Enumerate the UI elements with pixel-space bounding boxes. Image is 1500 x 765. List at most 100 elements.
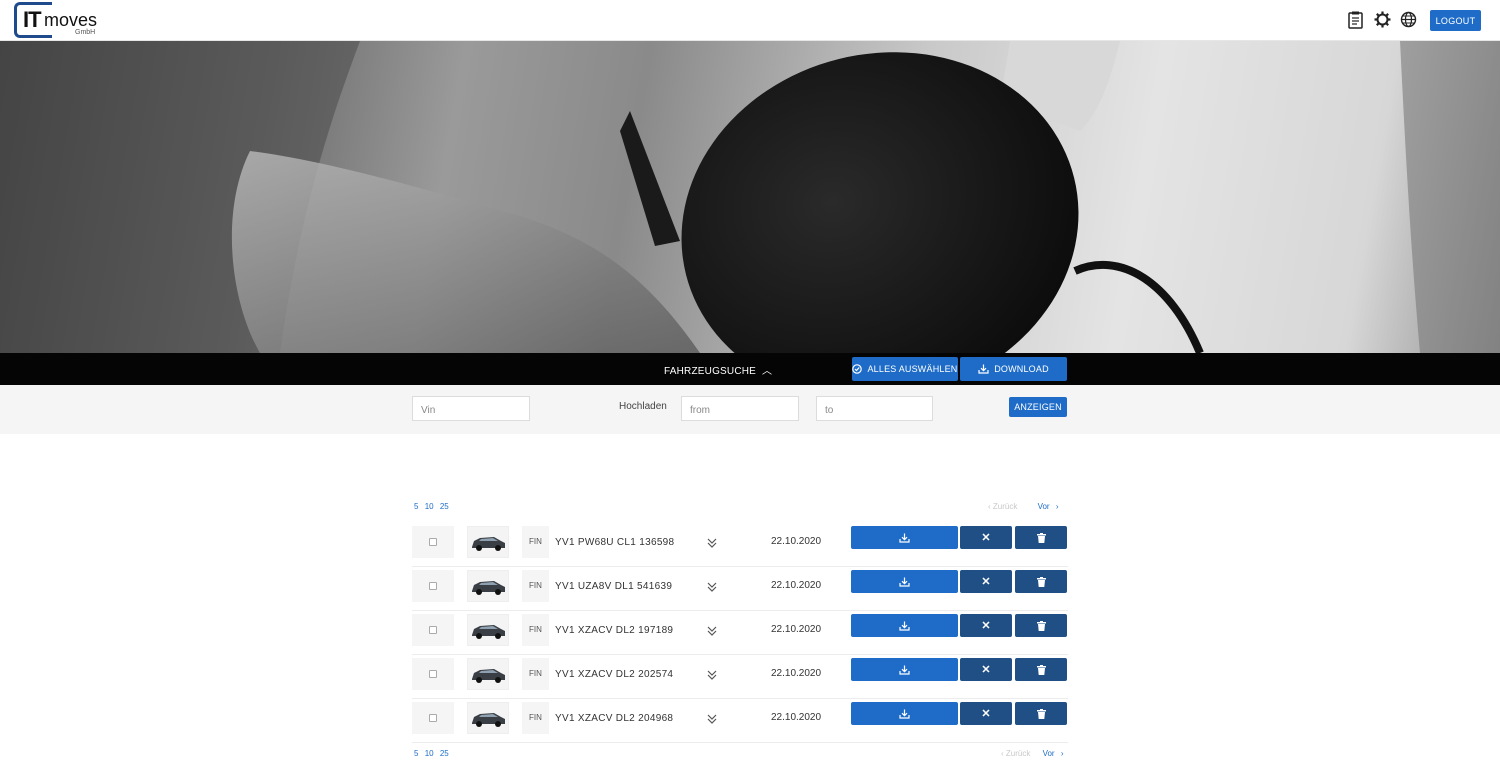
download-icon	[899, 621, 910, 631]
expand-chevron-icon[interactable]	[706, 668, 718, 680]
row-download-button[interactable]	[851, 614, 958, 637]
row-checkbox[interactable]	[429, 538, 437, 546]
vin-value: YV1 XZACV DL2 202574	[555, 669, 674, 680]
row-delete-button[interactable]	[1015, 658, 1067, 681]
hero-image	[0, 41, 1500, 353]
row-checkbox[interactable]	[429, 670, 437, 678]
select-all-button[interactable]: ALLES AUSWÄHLEN	[852, 357, 958, 381]
company-logo[interactable]: IT moves GmbH	[14, 2, 104, 38]
prev-page-button[interactable]: ‹ Zurück	[988, 502, 1021, 511]
page-size-10[interactable]: 10	[425, 502, 434, 511]
row-checkbox[interactable]	[429, 626, 437, 634]
vehicle-thumbnail[interactable]	[467, 658, 509, 690]
row-download-button[interactable]	[851, 570, 958, 593]
fin-label: FIN	[522, 702, 549, 734]
vin-value: YV1 PW68U CL1 136598	[555, 537, 675, 548]
row-delete-button[interactable]	[1015, 702, 1067, 725]
row-checkbox[interactable]	[429, 582, 437, 590]
select-cell	[412, 526, 454, 558]
trash-icon	[1036, 532, 1046, 543]
prev-label: Zurück	[992, 502, 1018, 511]
upload-date: 22.10.2020	[771, 624, 822, 635]
car-icon	[472, 625, 505, 639]
upload-date: 22.10.2020	[771, 536, 822, 547]
row-download-button[interactable]	[851, 658, 958, 681]
row-download-button[interactable]	[851, 526, 958, 549]
download-label: DOWNLOAD	[994, 364, 1049, 374]
logo-it: IT	[23, 7, 42, 32]
vehicle-row: FIN YV1 PW68U CL1 136598 22.10.2020 ✕	[412, 523, 1068, 567]
car-icon	[472, 537, 505, 551]
row-remove-button[interactable]: ✕	[960, 614, 1012, 637]
close-icon: ✕	[981, 708, 991, 720]
show-button[interactable]: ANZEIGEN	[1009, 397, 1067, 417]
fin-label: FIN	[522, 570, 549, 602]
pagination-nav-bottom: ‹ Zurück Vor ›	[1001, 749, 1067, 758]
car-icon	[472, 581, 505, 595]
next-page-button[interactable]: Vor ›	[1043, 749, 1064, 758]
fin-label: FIN	[522, 614, 549, 646]
filter-panel: Vin Hochladen from to ANZEIGEN	[0, 385, 1500, 434]
vin-input[interactable]: Vin	[412, 396, 530, 421]
car-icon	[472, 713, 505, 727]
clipboard-icon[interactable]	[1348, 11, 1366, 29]
close-icon: ✕	[981, 576, 991, 588]
vehicle-thumbnail[interactable]	[467, 702, 509, 734]
upload-label: Hochladen	[619, 401, 667, 412]
page-size-selector-top: 5 10 25	[414, 502, 453, 511]
row-download-button[interactable]	[851, 702, 958, 725]
download-icon	[899, 577, 910, 587]
app-header: IT moves GmbH LOGOUT	[0, 0, 1500, 41]
vehicle-thumbnail[interactable]	[467, 570, 509, 602]
download-icon	[899, 533, 910, 543]
row-delete-button[interactable]	[1015, 526, 1067, 549]
download-icon	[978, 364, 989, 374]
page-size-25[interactable]: 25	[440, 502, 449, 511]
next-label: Vor	[1042, 749, 1055, 758]
date-from-input[interactable]: from	[681, 396, 799, 421]
trash-icon	[1036, 664, 1046, 675]
pagination-nav-top: ‹ Zurück Vor ›	[988, 502, 1062, 511]
row-remove-button[interactable]: ✕	[960, 570, 1012, 593]
expand-chevron-icon[interactable]	[706, 580, 718, 592]
globe-icon[interactable]	[1400, 11, 1418, 29]
vehicle-search-toggle[interactable]: FAHRZEUGSUCHE ︿	[664, 362, 772, 377]
vehicle-search-bar: FAHRZEUGSUCHE ︿ ALLES AUSWÄHLEN DOWNLOAD	[0, 353, 1500, 385]
logo-gmbh: GmbH	[75, 29, 96, 36]
fin-label: FIN	[522, 526, 549, 558]
settings-icon[interactable]	[1374, 11, 1392, 29]
page-size-10[interactable]: 10	[425, 749, 434, 758]
date-to-input[interactable]: to	[816, 396, 933, 421]
page-size-5[interactable]: 5	[414, 502, 418, 511]
row-remove-button[interactable]: ✕	[960, 658, 1012, 681]
select-all-label: ALLES AUSWÄHLEN	[867, 364, 958, 374]
trash-icon	[1036, 620, 1046, 631]
expand-chevron-icon[interactable]	[706, 712, 718, 724]
vehicle-row: FIN YV1 XZACV DL2 204968 22.10.2020 ✕	[412, 699, 1068, 743]
prev-page-button[interactable]: ‹ Zurück	[1001, 749, 1034, 758]
close-icon: ✕	[981, 532, 991, 544]
download-all-button[interactable]: DOWNLOAD	[960, 357, 1067, 381]
select-cell	[412, 570, 454, 602]
page-size-5[interactable]: 5	[414, 749, 418, 758]
expand-chevron-icon[interactable]	[706, 624, 718, 636]
row-delete-button[interactable]	[1015, 614, 1067, 637]
vehicle-row: FIN YV1 XZACV DL2 197189 22.10.2020 ✕	[412, 611, 1068, 655]
vehicle-thumbnail[interactable]	[467, 526, 509, 558]
row-remove-button[interactable]: ✕	[960, 526, 1012, 549]
select-cell	[412, 658, 454, 690]
logout-button[interactable]: LOGOUT	[1430, 10, 1481, 31]
hero-photo	[0, 41, 1500, 353]
trash-icon	[1036, 576, 1046, 587]
next-page-button[interactable]: Vor ›	[1038, 502, 1059, 511]
row-remove-button[interactable]: ✕	[960, 702, 1012, 725]
row-checkbox[interactable]	[429, 714, 437, 722]
prev-label: Zurück	[1005, 749, 1031, 758]
vehicle-thumbnail[interactable]	[467, 614, 509, 646]
page-size-25[interactable]: 25	[440, 749, 449, 758]
expand-chevron-icon[interactable]	[706, 536, 718, 548]
upload-date: 22.10.2020	[771, 712, 822, 723]
close-icon: ✕	[981, 664, 991, 676]
row-delete-button[interactable]	[1015, 570, 1067, 593]
trash-icon	[1036, 708, 1046, 719]
